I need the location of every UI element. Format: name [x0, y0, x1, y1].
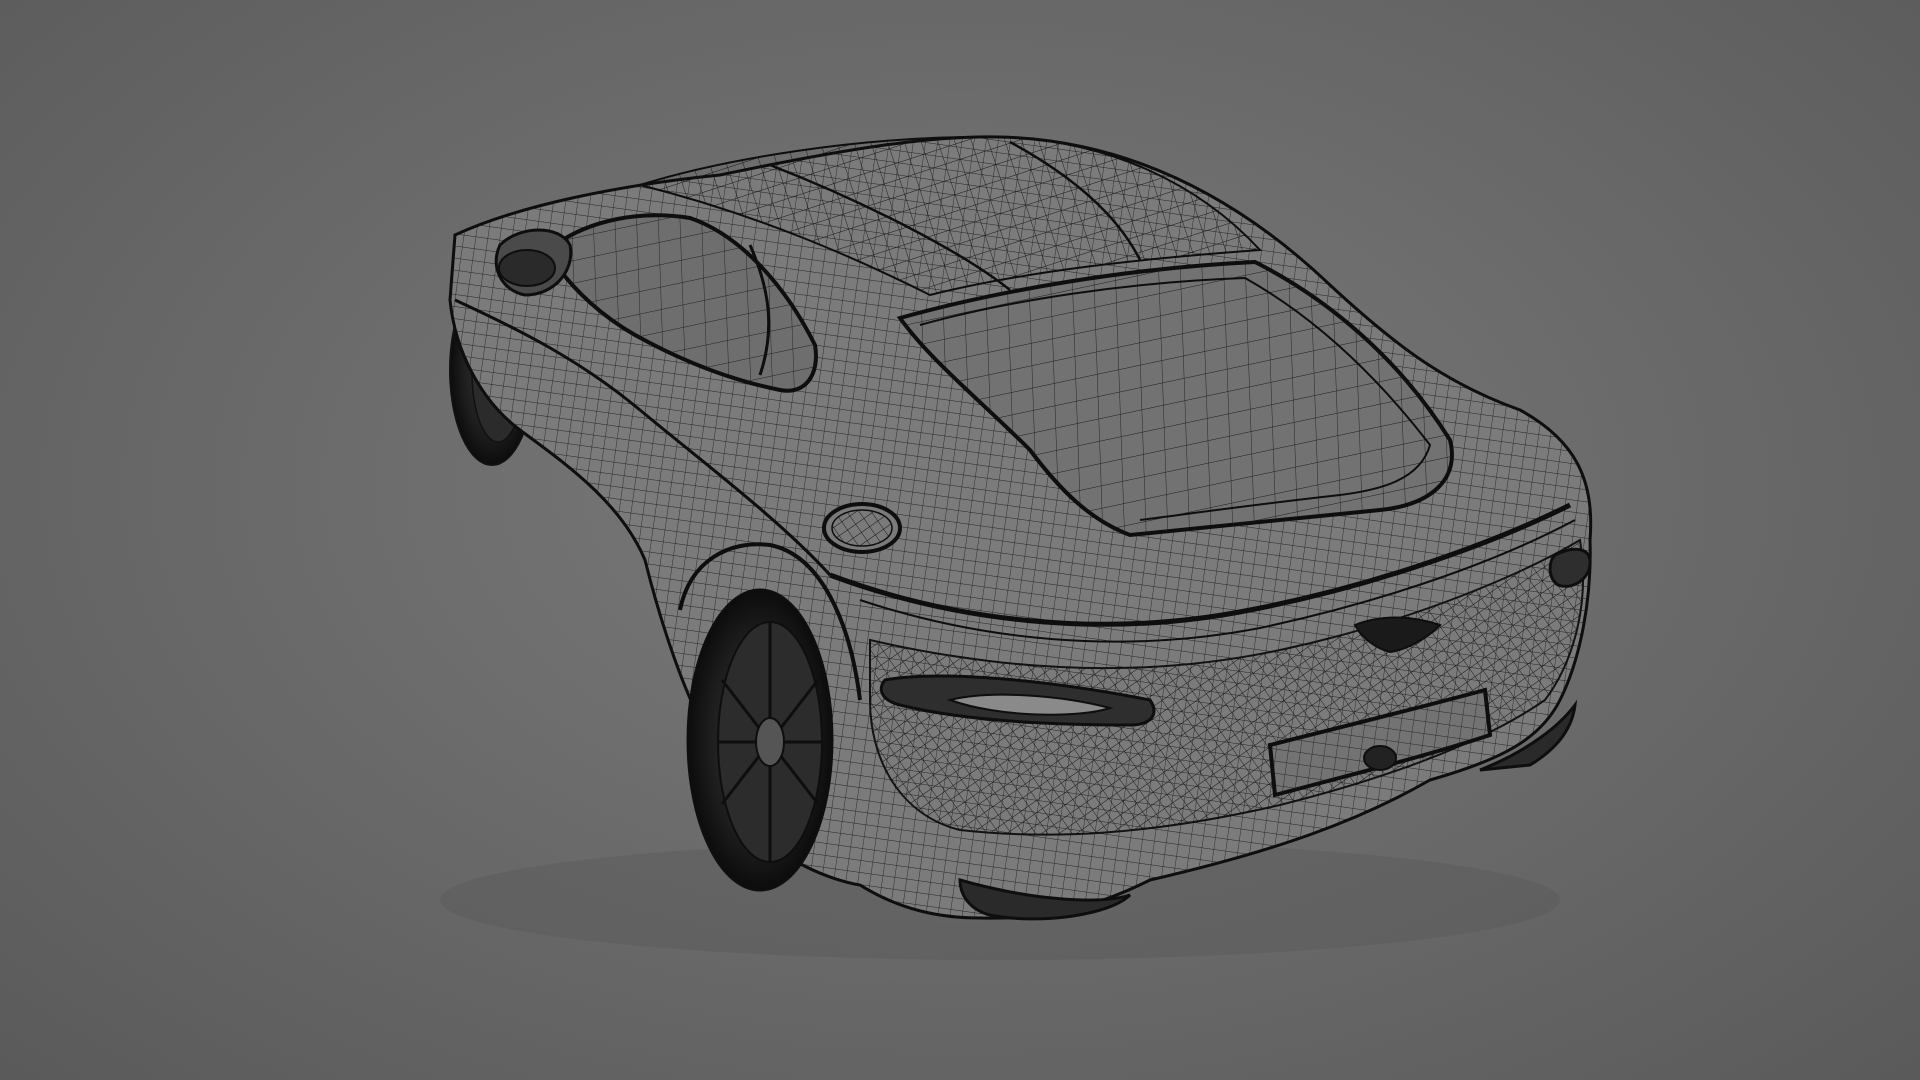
fuel-cap [822, 502, 902, 554]
3d-viewport[interactable] [0, 0, 1920, 1080]
near-rear-wheel [686, 588, 834, 892]
car-wireframe-render [440, 135, 1593, 960]
